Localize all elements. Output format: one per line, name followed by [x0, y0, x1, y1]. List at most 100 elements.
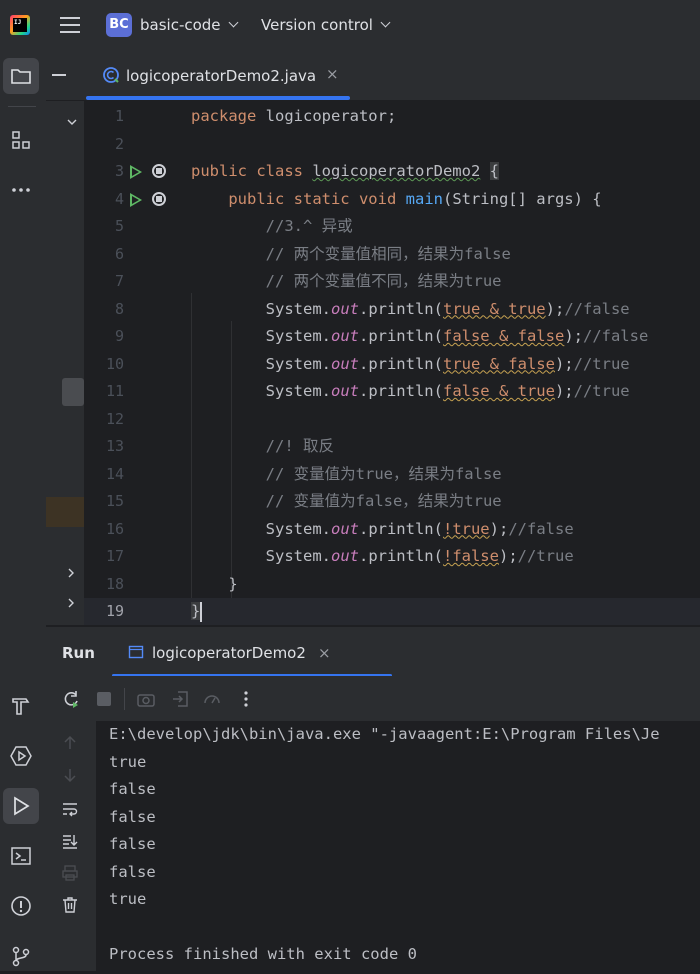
code-line: 2 [84, 131, 700, 159]
code-text: // 变量值为false，结果为true [191, 492, 502, 510]
stop-icon[interactable] [97, 692, 111, 706]
code-line: 5 //3.^ 异或 [84, 213, 700, 241]
structure-tool-button[interactable] [3, 122, 39, 158]
line-number: 5 [114, 217, 124, 235]
line-number: 19 [105, 602, 124, 620]
run-tool-button[interactable] [3, 788, 39, 824]
code-line-current: 19 } [84, 598, 700, 625]
line-number: 18 [105, 574, 124, 593]
tab-logicoperatordemo2-java[interactable]: logicoperatorDemo2.java × [86, 50, 352, 100]
project-tool-button[interactable] [3, 58, 39, 94]
code-text: System.out.println(!false);//true [191, 547, 574, 565]
more-tools-button[interactable] [3, 172, 39, 208]
services-icon [10, 746, 32, 766]
code-line: 11 System.out.println(false & true);//tr… [84, 378, 700, 406]
problems-tool-button[interactable] [3, 888, 39, 924]
breakpoint-highlight [46, 497, 84, 527]
git-branch-icon [12, 946, 30, 967]
java-class-icon [103, 67, 119, 83]
code-line: 14 // 变量值为true，结果为false [84, 461, 700, 489]
run-icon [14, 796, 30, 816]
trash-icon[interactable] [61, 896, 79, 914]
console-line: true [109, 890, 147, 908]
more-vertical-icon[interactable] [236, 689, 256, 709]
code-line: 4 public static void main(String[] args)… [84, 186, 700, 214]
tab-label: logicoperatorDemo2.java [126, 67, 317, 85]
line-number: 3 [114, 162, 124, 180]
stop-gutter-icon[interactable] [152, 191, 166, 206]
code-line: 17 System.out.println(!false);//true [84, 543, 700, 571]
code-line: 13 //! 取反 [84, 433, 700, 461]
code-line: 18 } [84, 571, 700, 599]
chevron-right-icon[interactable] [66, 567, 76, 579]
main-menu-icon[interactable] [60, 17, 80, 33]
code-line: 6 // 两个变量值相同，结果为false [84, 241, 700, 269]
line-number: 16 [105, 519, 124, 538]
build-tool-button[interactable] [3, 688, 39, 724]
terminal-tool-button[interactable] [3, 838, 39, 874]
camera-icon[interactable] [136, 689, 156, 709]
services-tool-button[interactable] [3, 738, 39, 774]
version-control-label: Version control [261, 16, 373, 34]
chevron-down-icon [228, 17, 238, 28]
problems-icon [11, 896, 31, 916]
editor-side-strip [46, 101, 84, 625]
version-control-menu[interactable]: Version control [261, 16, 391, 34]
console-line: false [109, 862, 156, 881]
run-gutter-icon[interactable] [130, 192, 142, 207]
print-icon[interactable] [61, 864, 79, 882]
code-line: 9 System.out.println(false & false);//fa… [84, 323, 700, 351]
code-editor[interactable]: 1 package logicoperator; 2 3 public clas… [84, 101, 700, 625]
line-number: 14 [105, 464, 124, 483]
profiler-icon[interactable] [202, 689, 222, 709]
more-icon [12, 188, 30, 192]
code-text: // 两个变量值不同，结果为true [191, 272, 502, 290]
stop-gutter-icon[interactable] [152, 164, 166, 178]
line-number: 1 [114, 107, 124, 125]
code-line: 10 System.out.println(true & false);//tr… [84, 351, 700, 379]
line-number: 10 [105, 354, 124, 373]
code-line: 1 package logicoperator; [84, 103, 700, 131]
arrow-up-icon[interactable] [61, 734, 79, 752]
line-number: 12 [105, 409, 124, 428]
exit-icon[interactable] [170, 689, 190, 709]
code-text: public static void main(String[] args) { [228, 189, 602, 208]
close-icon[interactable]: × [318, 644, 331, 662]
project-switcher[interactable]: basic-code [140, 16, 238, 34]
project-badge[interactable]: BC [106, 13, 132, 37]
app-logo-icon[interactable]: IJ [10, 15, 30, 35]
code-text: //3.^ 异或 [191, 217, 353, 235]
rerun-icon[interactable] [61, 689, 81, 709]
run-gutter-icon[interactable] [130, 165, 142, 179]
code-text: System.out.println(true & false);//true [191, 354, 630, 373]
close-icon[interactable]: × [326, 65, 339, 83]
structure-icon [12, 131, 30, 149]
git-tool-button[interactable] [3, 938, 39, 974]
collapse-icon[interactable] [52, 74, 66, 76]
scroll-to-end-icon[interactable] [61, 832, 79, 850]
tool-window-bar [0, 50, 47, 971]
code-text: System.out.println(!true);//false [191, 519, 574, 538]
run-configuration-icon [128, 645, 144, 659]
console-output[interactable]: E:\develop\jdk\bin\java.exe "-javaagent:… [96, 721, 700, 971]
project-name: basic-code [140, 16, 221, 34]
run-panel-title: Run [62, 644, 95, 662]
line-number: 11 [105, 382, 124, 400]
console-line: true [109, 752, 147, 771]
scroll-marker[interactable] [62, 378, 84, 406]
line-number: 9 [114, 327, 124, 345]
code-text: // 变量值为true，结果为false [191, 464, 502, 483]
code-line: 3 public class logicoperatorDemo2 { [84, 158, 700, 186]
code-text: // 两个变量值相同，结果为false [191, 244, 511, 263]
code-text: System.out.println(false & false);//fals… [191, 327, 649, 345]
line-number: 6 [114, 244, 124, 263]
run-toolbar [46, 676, 700, 721]
chevron-down-icon[interactable] [66, 117, 78, 127]
soft-wrap-icon[interactable] [61, 800, 79, 818]
console-line: false [109, 780, 156, 798]
arrow-down-icon[interactable] [61, 766, 79, 784]
run-tab-label: logicoperatorDemo2 [152, 644, 306, 662]
code-line: 12 [84, 406, 700, 434]
text-caret [200, 601, 203, 622]
chevron-right-icon[interactable] [66, 597, 76, 609]
